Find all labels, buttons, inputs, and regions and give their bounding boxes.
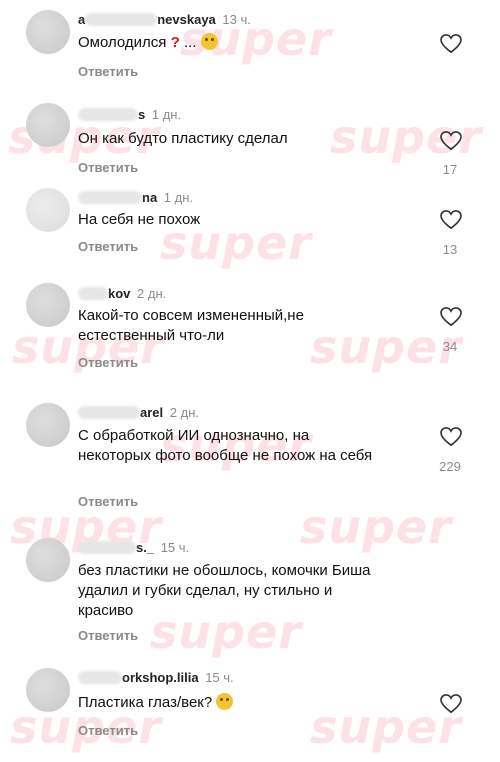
comment-meta: orkshop.lilia 15 ч. bbox=[78, 670, 234, 686]
username-visible[interactable]: nevskaya bbox=[157, 12, 216, 27]
comment-age: 13 ч. bbox=[222, 12, 251, 27]
comment-text: Какой-то совсем измененный,не естественн… bbox=[78, 307, 304, 344]
comment-text: На себя не похож bbox=[78, 211, 201, 228]
comment-meta: s._ 15 ч. bbox=[78, 540, 189, 556]
heart-icon[interactable] bbox=[440, 131, 462, 151]
blurred-username bbox=[78, 406, 140, 419]
avatar[interactable] bbox=[26, 538, 70, 582]
avatar[interactable] bbox=[26, 103, 70, 147]
comment-meta: arel 2 дн. bbox=[78, 405, 199, 421]
heart-icon[interactable] bbox=[440, 34, 462, 54]
heart-icon[interactable] bbox=[440, 694, 462, 714]
comment-age: 2 дн. bbox=[137, 286, 167, 301]
comment-meta: s 1 дн. bbox=[78, 107, 181, 123]
comment-text-content: Пластика глаз/век? bbox=[78, 694, 213, 711]
reply-button[interactable]: Ответить bbox=[78, 64, 138, 79]
comment-age: 1 дн. bbox=[163, 190, 194, 205]
heart-icon[interactable] bbox=[440, 427, 462, 447]
avatar[interactable] bbox=[26, 188, 70, 232]
username-visible[interactable]: arel bbox=[140, 405, 163, 420]
comment-text: Омолодился ? ... bbox=[78, 33, 408, 53]
like-count: 229 bbox=[439, 459, 461, 474]
reply-button[interactable]: Ответить bbox=[78, 723, 138, 738]
comment-text: без пластики не обошлось, комочки Биша у… bbox=[78, 562, 371, 619]
blurred-username bbox=[85, 13, 158, 26]
username-visible[interactable]: s._ bbox=[136, 540, 154, 555]
heart-icon[interactable] bbox=[440, 210, 462, 230]
thinking-face-emoji-icon bbox=[200, 33, 218, 50]
blurred-username bbox=[78, 191, 142, 204]
blurred-username bbox=[78, 108, 138, 121]
comment-meta: na 1 дн. bbox=[78, 190, 193, 206]
comment-age: 2 дн. bbox=[169, 405, 199, 420]
comment-meta: a nevskaya 13 ч. bbox=[78, 12, 251, 28]
blurred-username bbox=[78, 541, 136, 554]
username-visible[interactable]: orkshop.lilia bbox=[122, 670, 199, 685]
comment-meta: kov 2 дн. bbox=[78, 286, 166, 302]
avatar[interactable] bbox=[26, 403, 70, 447]
blurred-username bbox=[78, 671, 122, 684]
comment-age: 15 ч. bbox=[160, 540, 190, 555]
like-count: 13 bbox=[442, 242, 458, 257]
question-mark-icon: ? bbox=[170, 34, 180, 51]
thinking-face-emoji-icon bbox=[216, 693, 234, 710]
comment-suffix: ... bbox=[179, 34, 197, 51]
reply-button[interactable]: Ответить bbox=[78, 239, 138, 254]
comment-age: 15 ч. bbox=[205, 670, 234, 685]
reply-button[interactable]: Ответить bbox=[78, 628, 138, 643]
like-count: 34 bbox=[442, 339, 458, 354]
comment-text: Он как будто пластику сделал bbox=[78, 130, 288, 147]
like-count: 17 bbox=[442, 162, 458, 177]
comment-text: Пластика глаз/век? bbox=[78, 693, 408, 713]
heart-icon[interactable] bbox=[440, 307, 462, 327]
avatar[interactable] bbox=[26, 283, 70, 327]
username-visible[interactable]: na bbox=[142, 190, 157, 205]
blurred-username bbox=[78, 287, 108, 300]
reply-button[interactable]: Ответить bbox=[78, 494, 138, 509]
reply-button[interactable]: Ответить bbox=[78, 355, 138, 370]
username-visible[interactable]: kov bbox=[108, 286, 130, 301]
username-visible[interactable]: a bbox=[78, 12, 85, 27]
comment-age: 1 дн. bbox=[151, 107, 182, 122]
comment-text: С обработкой ИИ однозначно, на некоторых… bbox=[78, 427, 373, 464]
avatar[interactable] bbox=[26, 10, 70, 54]
avatar[interactable] bbox=[26, 668, 70, 712]
watermark: super bbox=[300, 500, 452, 554]
username-visible[interactable]: s bbox=[138, 107, 145, 122]
comment-text-content: Омолодился bbox=[78, 34, 167, 51]
reply-button[interactable]: Ответить bbox=[78, 160, 138, 175]
